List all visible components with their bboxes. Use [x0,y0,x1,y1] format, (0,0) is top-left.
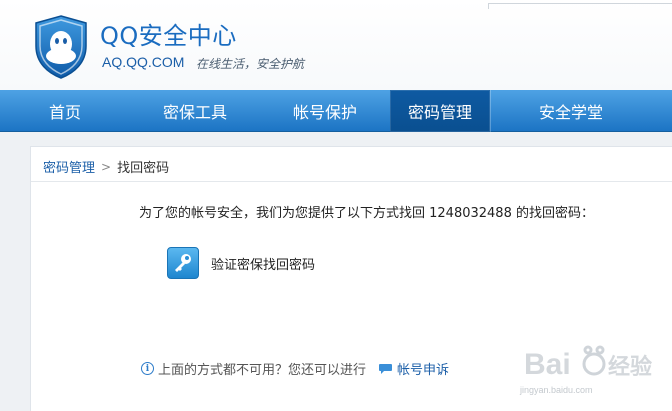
brand-domain: AQ.QQ.COM [102,54,185,70]
nav-item-password-management[interactable]: 密码管理 [390,90,490,132]
nav-item-security-school[interactable]: 安全学堂 [491,90,651,132]
qq-shield-logo-icon[interactable] [32,14,90,80]
top-divider [488,3,672,4]
svg-text:Bai: Bai [524,348,571,381]
account-appeal-label[interactable]: 帐号申诉 [397,359,449,378]
main-nav: 首页 密保工具 帐号保护 密码管理 安全学堂 [0,90,672,132]
svg-text:经验: 经验 [608,354,652,380]
account-appeal-link[interactable]: 帐号申诉 [378,359,449,378]
nav-item-account-protection[interactable]: 帐号保护 [260,90,390,132]
site-header: QQ安全中心 AQ.QQ.COM 在线生活，安全护航 [0,0,672,90]
verify-security-option-label[interactable]: 验证密保找回密码 [211,254,315,273]
verify-security-option[interactable]: 验证密保找回密码 [167,247,315,279]
nav-item-security-tools[interactable]: 密保工具 [130,90,260,132]
brand-slogan: 在线生活，安全护航 [196,57,305,71]
nav-item-home[interactable]: 首页 [0,90,130,132]
watermark-text: jingyan.baidu.com [520,385,593,395]
breadcrumb-separator: > [101,159,112,174]
chat-bubble-icon [379,363,393,374]
key-icon[interactable] [167,247,199,279]
info-icon: i [141,362,154,375]
fallback-text: 上面的方式都不可用？您还可以进行 [158,363,367,378]
breadcrumb: 密码管理 > 找回密码 [43,157,170,177]
top-divider-tick [488,3,489,9]
brand-title[interactable]: QQ安全中心 [100,16,237,51]
breadcrumb-parent-link[interactable]: 密码管理 [43,157,95,176]
breadcrumb-current: 找回密码 [117,161,170,176]
intro-text: 为了您的帐号安全，我们为您提供了以下方式找回 1248032488 的找回密码： [139,206,594,221]
breadcrumb-divider [31,181,672,182]
fallback-line: i 上面的方式都不可用？您还可以进行 帐号申诉 [141,359,449,378]
